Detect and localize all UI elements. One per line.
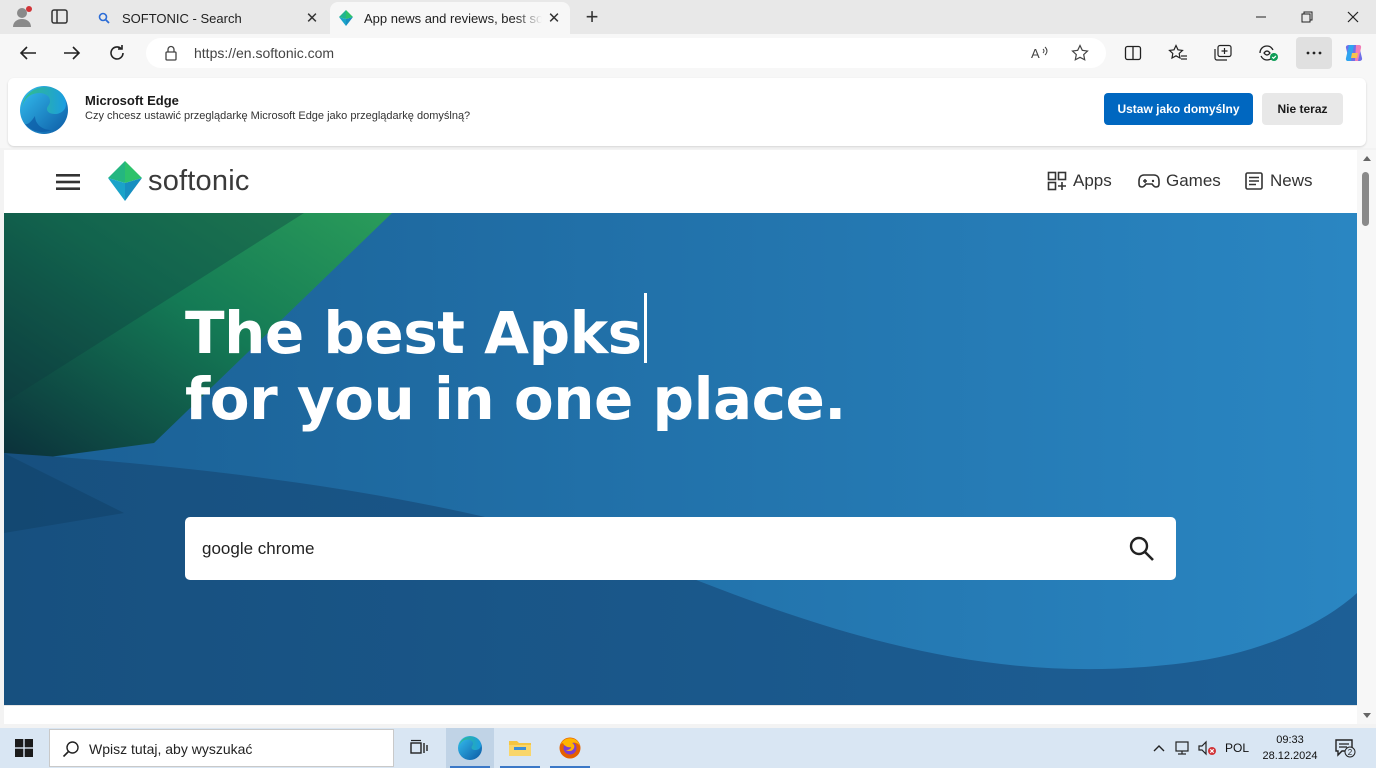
default-browser-banner: Microsoft Edge Czy chcesz ustawić przegl… <box>0 72 1376 148</box>
scroll-thumb[interactable] <box>1362 172 1369 226</box>
language-indicator[interactable]: POL <box>1222 728 1252 768</box>
minimize-icon[interactable] <box>1238 0 1284 34</box>
menu-icon[interactable] <box>54 170 82 194</box>
tab-softonic-search[interactable]: SOFTONIC - Search ✕ <box>88 2 328 34</box>
hero-headline-line2: for you in one place. <box>185 365 846 433</box>
svg-text:A: A <box>1031 46 1040 61</box>
read-aloud-icon[interactable]: A <box>1028 41 1052 65</box>
settings-more-icon[interactable] <box>1296 37 1332 69</box>
collections-icon[interactable] <box>1207 37 1239 69</box>
notifications-icon[interactable]: 2 <box>1330 728 1360 768</box>
banner-subtitle: Czy chcesz ustawić przeglądarkę Microsof… <box>85 110 471 122</box>
grid-icon <box>1047 171 1067 191</box>
hero-section: The best Apks for you in one place. goog… <box>4 213 1357 705</box>
browser-essentials-icon[interactable] <box>1252 37 1284 69</box>
volume-muted-icon[interactable] <box>1196 728 1218 768</box>
hero-background <box>4 213 1357 705</box>
restore-icon[interactable] <box>1284 0 1330 34</box>
search-icon[interactable] <box>1128 535 1156 563</box>
taskbar-clock[interactable]: 09:33 28.12.2024 <box>1254 732 1326 764</box>
browser-toolbar: https://en.softonic.com A <box>0 34 1376 72</box>
page-content-below <box>4 705 1357 724</box>
clock-time: 09:33 <box>1276 734 1304 746</box>
site-header: softonic Apps Games News <box>4 150 1357 213</box>
newspaper-icon <box>1244 171 1264 191</box>
scroll-up-icon[interactable] <box>1363 156 1371 161</box>
tab-softonic-home[interactable]: App news and reviews, best software down… <box>330 2 570 34</box>
nav-apps-label: Apps <box>1073 171 1112 190</box>
profile-icon[interactable] <box>10 5 34 29</box>
nav-apps[interactable]: Apps <box>1047 169 1112 193</box>
search-icon <box>96 10 112 26</box>
brand-name: softonic <box>148 164 250 197</box>
back-icon[interactable] <box>12 37 44 69</box>
headline-text: The best Apks <box>185 299 642 367</box>
page-viewport: softonic Apps Games News The best Apks f… <box>4 150 1357 724</box>
nav-news[interactable]: News <box>1244 169 1313 193</box>
nav-games-label: Games <box>1166 171 1221 190</box>
banner-title: Microsoft Edge <box>85 93 179 108</box>
tab-title: App news and reviews, best software down… <box>364 10 542 26</box>
file-explorer-icon[interactable] <box>496 728 544 768</box>
tab-title: SOFTONIC - Search <box>122 10 242 26</box>
softonic-mark-icon <box>108 161 142 201</box>
hero-headline-line1: The best Apks <box>185 293 647 367</box>
nav-games[interactable]: Games <box>1138 169 1221 193</box>
close-tab-icon[interactable]: ✕ <box>300 6 324 30</box>
notification-count: 2 <box>1348 748 1353 757</box>
taskbar: Wpisz tutaj, aby wyszukać POL 09:33 28.1… <box>0 728 1376 768</box>
task-view-icon[interactable] <box>395 728 443 768</box>
new-tab-icon[interactable]: + <box>580 4 604 29</box>
hero-search-input[interactable]: google chrome <box>185 517 1176 580</box>
search-icon <box>62 740 80 758</box>
lock-icon[interactable] <box>164 45 178 61</box>
nav-news-label: News <box>1270 171 1313 190</box>
softonic-logo[interactable]: softonic <box>108 160 250 202</box>
taskbar-search-box[interactable]: Wpisz tutaj, aby wyszukać <box>49 729 394 767</box>
refresh-icon[interactable] <box>101 37 133 69</box>
address-bar[interactable]: https://en.softonic.com A <box>146 38 1106 68</box>
windows-start-icon[interactable] <box>0 728 48 768</box>
tab-strip: SOFTONIC - Search ✕ App news and reviews… <box>0 0 1376 34</box>
tab-actions-icon[interactable] <box>50 8 70 26</box>
taskbar-search-placeholder: Wpisz tutaj, aby wyszukać <box>89 741 253 757</box>
clock-date: 28.12.2024 <box>1262 750 1318 762</box>
scroll-down-icon[interactable] <box>1363 713 1371 718</box>
url-text[interactable]: https://en.softonic.com <box>194 45 334 61</box>
favorite-star-icon[interactable] <box>1068 41 1092 65</box>
split-screen-icon[interactable] <box>1117 37 1149 69</box>
close-tab-icon[interactable]: ✕ <box>542 6 566 30</box>
network-icon[interactable] <box>1172 728 1194 768</box>
edge-logo-icon <box>18 84 70 136</box>
softonic-icon <box>338 10 354 26</box>
favorites-icon[interactable] <box>1162 37 1194 69</box>
banner-card: Microsoft Edge Czy chcesz ustawić przegl… <box>8 78 1366 146</box>
tray-expand-icon[interactable] <box>1150 728 1168 768</box>
page-scrollbar[interactable] <box>1357 150 1376 724</box>
not-now-button[interactable]: Nie teraz <box>1262 93 1343 125</box>
close-window-icon[interactable] <box>1330 0 1376 34</box>
set-default-button[interactable]: Ustaw jako domyślny <box>1104 93 1253 125</box>
edge-taskbar-icon[interactable] <box>446 728 494 768</box>
gamepad-icon <box>1138 172 1160 190</box>
forward-icon[interactable] <box>56 37 88 69</box>
text-caret <box>643 293 647 363</box>
search-value[interactable]: google chrome <box>202 539 314 559</box>
firefox-icon[interactable] <box>546 728 594 768</box>
copilot-icon[interactable] <box>1338 37 1370 69</box>
